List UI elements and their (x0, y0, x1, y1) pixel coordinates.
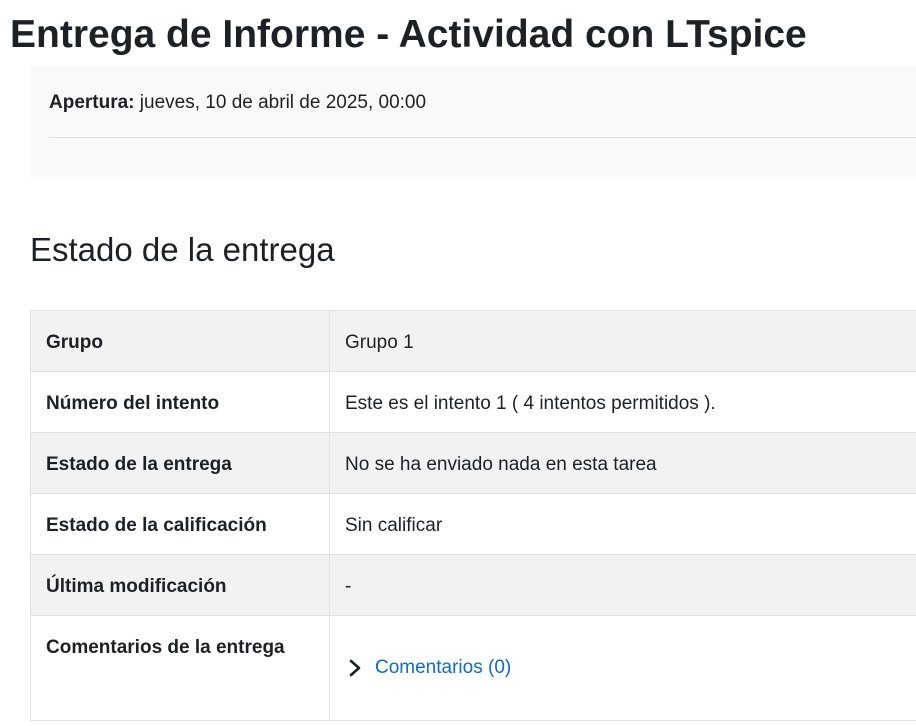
submission-status-heading: Estado de la entrega (30, 231, 335, 268)
table-row-submission-comments: Comentarios de la entrega Comentarios (0… (31, 616, 916, 721)
table-row-group: Grupo Grupo 1 (31, 311, 916, 372)
row-value: Sin calificar (345, 515, 443, 536)
row-label: Estado de la entrega (31, 433, 330, 493)
table-row-submission-status: Estado de la entrega No se ha enviado na… (31, 433, 916, 494)
table-row-grading-status: Estado de la calificación Sin calificar (31, 494, 916, 555)
open-date-label: Apertura: (49, 92, 135, 113)
activity-dates: Apertura: jueves, 10 de abril de 2025, 0… (30, 67, 916, 177)
divider (49, 137, 916, 138)
row-value: No se ha enviado nada en esta tarea (345, 454, 657, 475)
row-label: Grupo (31, 311, 330, 371)
row-value: Este es el intento 1 ( 4 intentos permit… (345, 393, 716, 414)
table-row-last-modified: Última modificación - (31, 555, 916, 616)
chevron-right-icon[interactable] (345, 658, 365, 678)
row-value: Grupo 1 (345, 332, 414, 353)
row-value: - (345, 576, 352, 597)
row-label: Comentarios de la entrega (31, 616, 330, 720)
comments-link[interactable]: Comentarios (0) (375, 655, 511, 681)
open-date: Apertura: jueves, 10 de abril de 2025, 0… (49, 90, 426, 116)
page-title: Entrega de Informe - Actividad con LTspi… (10, 13, 807, 56)
row-label: Número del intento (31, 372, 330, 432)
page: Entrega de Informe - Actividad con LTspi… (0, 0, 916, 726)
row-label: Última modificación (31, 555, 330, 615)
row-value: Comentarios (0) (330, 616, 916, 720)
submission-status-table: Grupo Grupo 1 Número del intento Este es… (30, 310, 916, 721)
comments-toggle[interactable]: Comentarios (0) (345, 655, 511, 681)
row-label: Estado de la calificación (31, 494, 330, 554)
table-row-attempt-number: Número del intento Este es el intento 1 … (31, 372, 916, 433)
open-date-value: jueves, 10 de abril de 2025, 00:00 (139, 92, 427, 113)
